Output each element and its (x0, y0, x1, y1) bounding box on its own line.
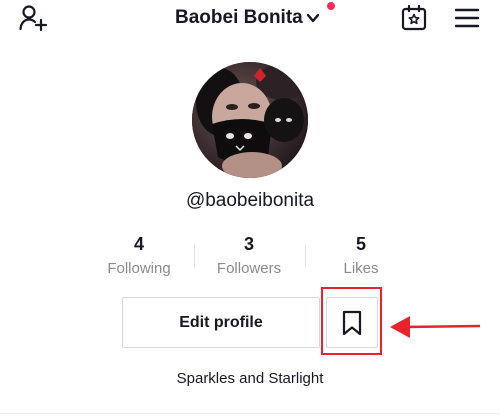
profile-username: @baobeibonita (185, 190, 315, 211)
pointer-arrow-icon (390, 316, 480, 338)
account-title: Baobei Bonita (175, 7, 303, 28)
account-switcher[interactable]: Baobei Bonita (175, 6, 320, 30)
avatar-image (192, 62, 308, 178)
stat-following-label: Following (107, 260, 171, 277)
notification-dot (327, 2, 335, 10)
calendar-star-icon (401, 4, 427, 31)
add-user-icon (19, 5, 48, 32)
stat-likes-value: 5 (355, 234, 366, 254)
stat-followers-label: Followers (216, 260, 282, 277)
bookmarks-button[interactable] (326, 297, 378, 348)
profile-bio: Sparkles and Starlight (176, 370, 324, 387)
profile-stats: 4 Following 3 Followers 5 Likes (0, 233, 500, 281)
menu-icon (454, 8, 480, 28)
profile-avatar[interactable] (192, 62, 308, 178)
stat-following-value: 4 (133, 234, 144, 254)
stat-followers[interactable]: 3 Followers (194, 233, 304, 280)
calendar-button[interactable] (398, 2, 430, 34)
stat-likes-label: Likes (343, 260, 379, 277)
edit-profile-button[interactable]: Edit profile (122, 297, 320, 348)
menu-button[interactable] (451, 2, 483, 34)
stat-following[interactable]: 4 Following (84, 233, 194, 280)
add-user-button[interactable] (16, 2, 50, 34)
stat-likes[interactable]: 5 Likes (306, 233, 416, 280)
stat-followers-value: 3 (243, 234, 254, 254)
divider (0, 413, 500, 414)
top-bar: Baobei Bonita (0, 0, 500, 40)
profile-page: Baobei Bonita @baobeibonita 4 Following … (0, 0, 500, 419)
bookmark-icon (342, 310, 362, 335)
chevron-down-icon (306, 13, 319, 23)
